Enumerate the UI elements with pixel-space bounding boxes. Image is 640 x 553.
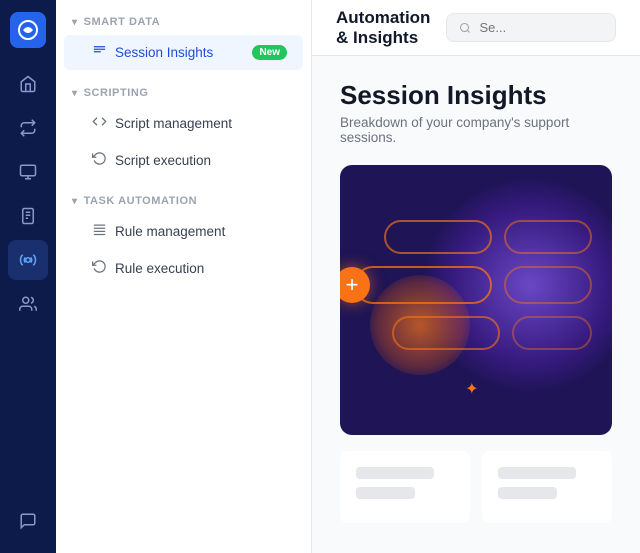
section-header-scripting[interactable]: ▾ SCRIPTING xyxy=(56,71,311,105)
viz-star: ✦ xyxy=(465,379,478,399)
sidebar-item-session-insights[interactable]: Session Insights New xyxy=(64,35,303,70)
sidebar-item-monitor[interactable] xyxy=(8,152,48,192)
app-logo[interactable] xyxy=(10,12,46,48)
search-icon xyxy=(459,21,471,35)
section-header-task-automation[interactable]: ▾ TASK AUTOMATION xyxy=(56,179,311,213)
content-area: Session Insights Breakdown of your compa… xyxy=(312,56,640,553)
sidebar-item-script-execution[interactable]: Script execution xyxy=(64,143,303,178)
section-header-smart-data[interactable]: ▾ SMART DATA xyxy=(56,0,311,34)
sidebar-item-home[interactable] xyxy=(8,64,48,104)
skeleton-bar xyxy=(356,467,434,479)
rule-management-label: Rule management xyxy=(115,224,225,239)
session-insights-icon xyxy=(92,43,107,62)
page-title: Automation & Insights xyxy=(336,8,430,48)
skeleton-card-1 xyxy=(340,451,470,523)
section-label-smart-data: SMART DATA xyxy=(84,16,161,28)
chevron-scripting: ▾ xyxy=(72,88,78,99)
sidebar-item-clipboard[interactable] xyxy=(8,196,48,236)
sidebar-item-script-management[interactable]: Script management xyxy=(64,106,303,141)
search-bar[interactable] xyxy=(446,13,616,42)
sidebar-item-automation[interactable] xyxy=(8,240,48,280)
rule-execution-label: Rule execution xyxy=(115,261,204,276)
section-label-scripting: SCRIPTING xyxy=(84,87,149,99)
main-content: Automation & Insights Session Insights B… xyxy=(312,0,640,553)
viz-plus-button[interactable]: + xyxy=(340,267,370,303)
sidebar-item-transfer[interactable] xyxy=(8,108,48,148)
chevron-smart-data: ▾ xyxy=(72,17,78,28)
sidebar-item-rule-execution[interactable]: Rule execution xyxy=(64,251,303,286)
icon-bar xyxy=(0,0,56,553)
script-management-label: Script management xyxy=(115,116,232,131)
sidebar-item-chat[interactable] xyxy=(8,501,48,541)
rule-execution-icon xyxy=(92,259,107,278)
skeleton-bar xyxy=(498,487,557,499)
sidebar-item-people[interactable] xyxy=(8,284,48,324)
skeleton-row xyxy=(340,451,612,523)
skeleton-card-2 xyxy=(482,451,612,523)
section-label-task-automation: TASK AUTOMATION xyxy=(84,195,198,207)
sidebar: ▾ SMART DATA Session Insights New ▾ SCRI… xyxy=(56,0,312,553)
script-execution-label: Script execution xyxy=(115,153,211,168)
chevron-task-automation: ▾ xyxy=(72,196,78,207)
search-input[interactable] xyxy=(479,20,603,35)
content-title: Session Insights xyxy=(340,80,612,111)
viz-card: + ✦ xyxy=(340,165,612,435)
new-badge: New xyxy=(252,45,287,60)
rule-management-icon xyxy=(92,222,107,241)
script-execution-icon xyxy=(92,151,107,170)
session-insights-label: Session Insights xyxy=(115,45,213,60)
skeleton-bar xyxy=(498,467,576,479)
content-header: Session Insights Breakdown of your compa… xyxy=(340,80,612,145)
content-subtitle: Breakdown of your company's support sess… xyxy=(340,115,612,145)
topbar: Automation & Insights xyxy=(312,0,640,56)
sidebar-item-rule-management[interactable]: Rule management xyxy=(64,214,303,249)
script-management-icon xyxy=(92,114,107,133)
skeleton-bar xyxy=(356,487,415,499)
